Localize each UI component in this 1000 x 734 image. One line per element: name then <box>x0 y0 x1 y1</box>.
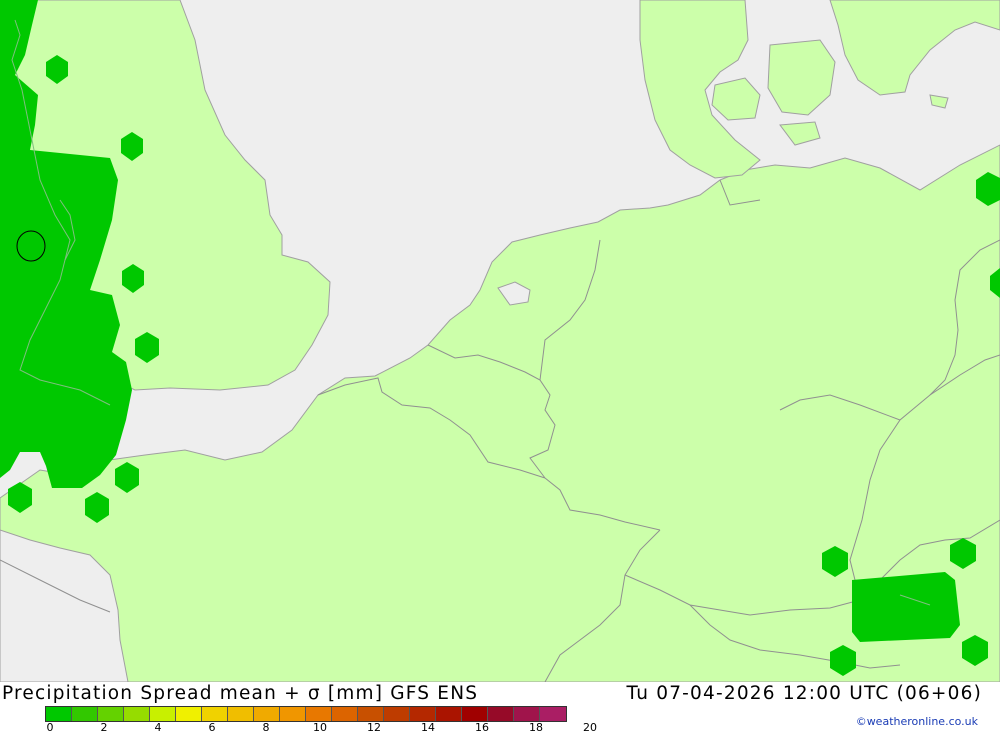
legend-swatch <box>176 707 202 721</box>
legend-swatch <box>98 707 124 721</box>
legend-swatch <box>72 707 98 721</box>
legend-swatch <box>46 707 72 721</box>
legend-swatch <box>462 707 488 721</box>
legend-tick-label: 12 <box>367 721 381 734</box>
legend-swatch <box>332 707 358 721</box>
legend-tick-label: 16 <box>475 721 489 734</box>
legend-tick-labels: 0 2 4 6 8 10 12 14 16 18 20 <box>45 721 645 734</box>
map-footer: Precipitation Spread mean + σ [mm] GFS E… <box>0 682 1000 734</box>
legend-swatch <box>228 707 254 721</box>
legend-swatch <box>280 707 306 721</box>
legend-tick-label: 8 <box>262 721 270 734</box>
legend-swatch <box>384 707 410 721</box>
legend-tick-label: 18 <box>529 721 543 734</box>
legend-tick-label: 0 <box>46 721 54 734</box>
legend-swatch <box>540 707 566 721</box>
legend-swatch <box>514 707 540 721</box>
legend-swatch <box>124 707 150 721</box>
legend-tick-label: 14 <box>421 721 435 734</box>
valid-time: Tu 07-04-2026 12:00 UTC (06+06) <box>626 683 982 704</box>
legend-swatch <box>358 707 384 721</box>
legend-swatch <box>202 707 228 721</box>
legend-swatch <box>488 707 514 721</box>
precipitation-map <box>0 0 1000 682</box>
legend-swatch <box>436 707 462 721</box>
color-scale-legend <box>45 706 567 722</box>
legend-tick-label: 20 <box>583 721 597 734</box>
precip-alps <box>852 572 960 642</box>
legend-tick-label: 4 <box>154 721 162 734</box>
legend-tick-label: 2 <box>100 721 108 734</box>
legend-swatch <box>254 707 280 721</box>
legend-swatch <box>150 707 176 721</box>
legend-tick-label: 10 <box>313 721 327 734</box>
credit-link[interactable]: ©weatheronline.co.uk <box>856 715 978 728</box>
product-title: Precipitation Spread mean + σ [mm] GFS E… <box>2 683 479 704</box>
legend-tick-label: 6 <box>208 721 216 734</box>
legend-swatch <box>306 707 332 721</box>
legend-swatch <box>410 707 436 721</box>
